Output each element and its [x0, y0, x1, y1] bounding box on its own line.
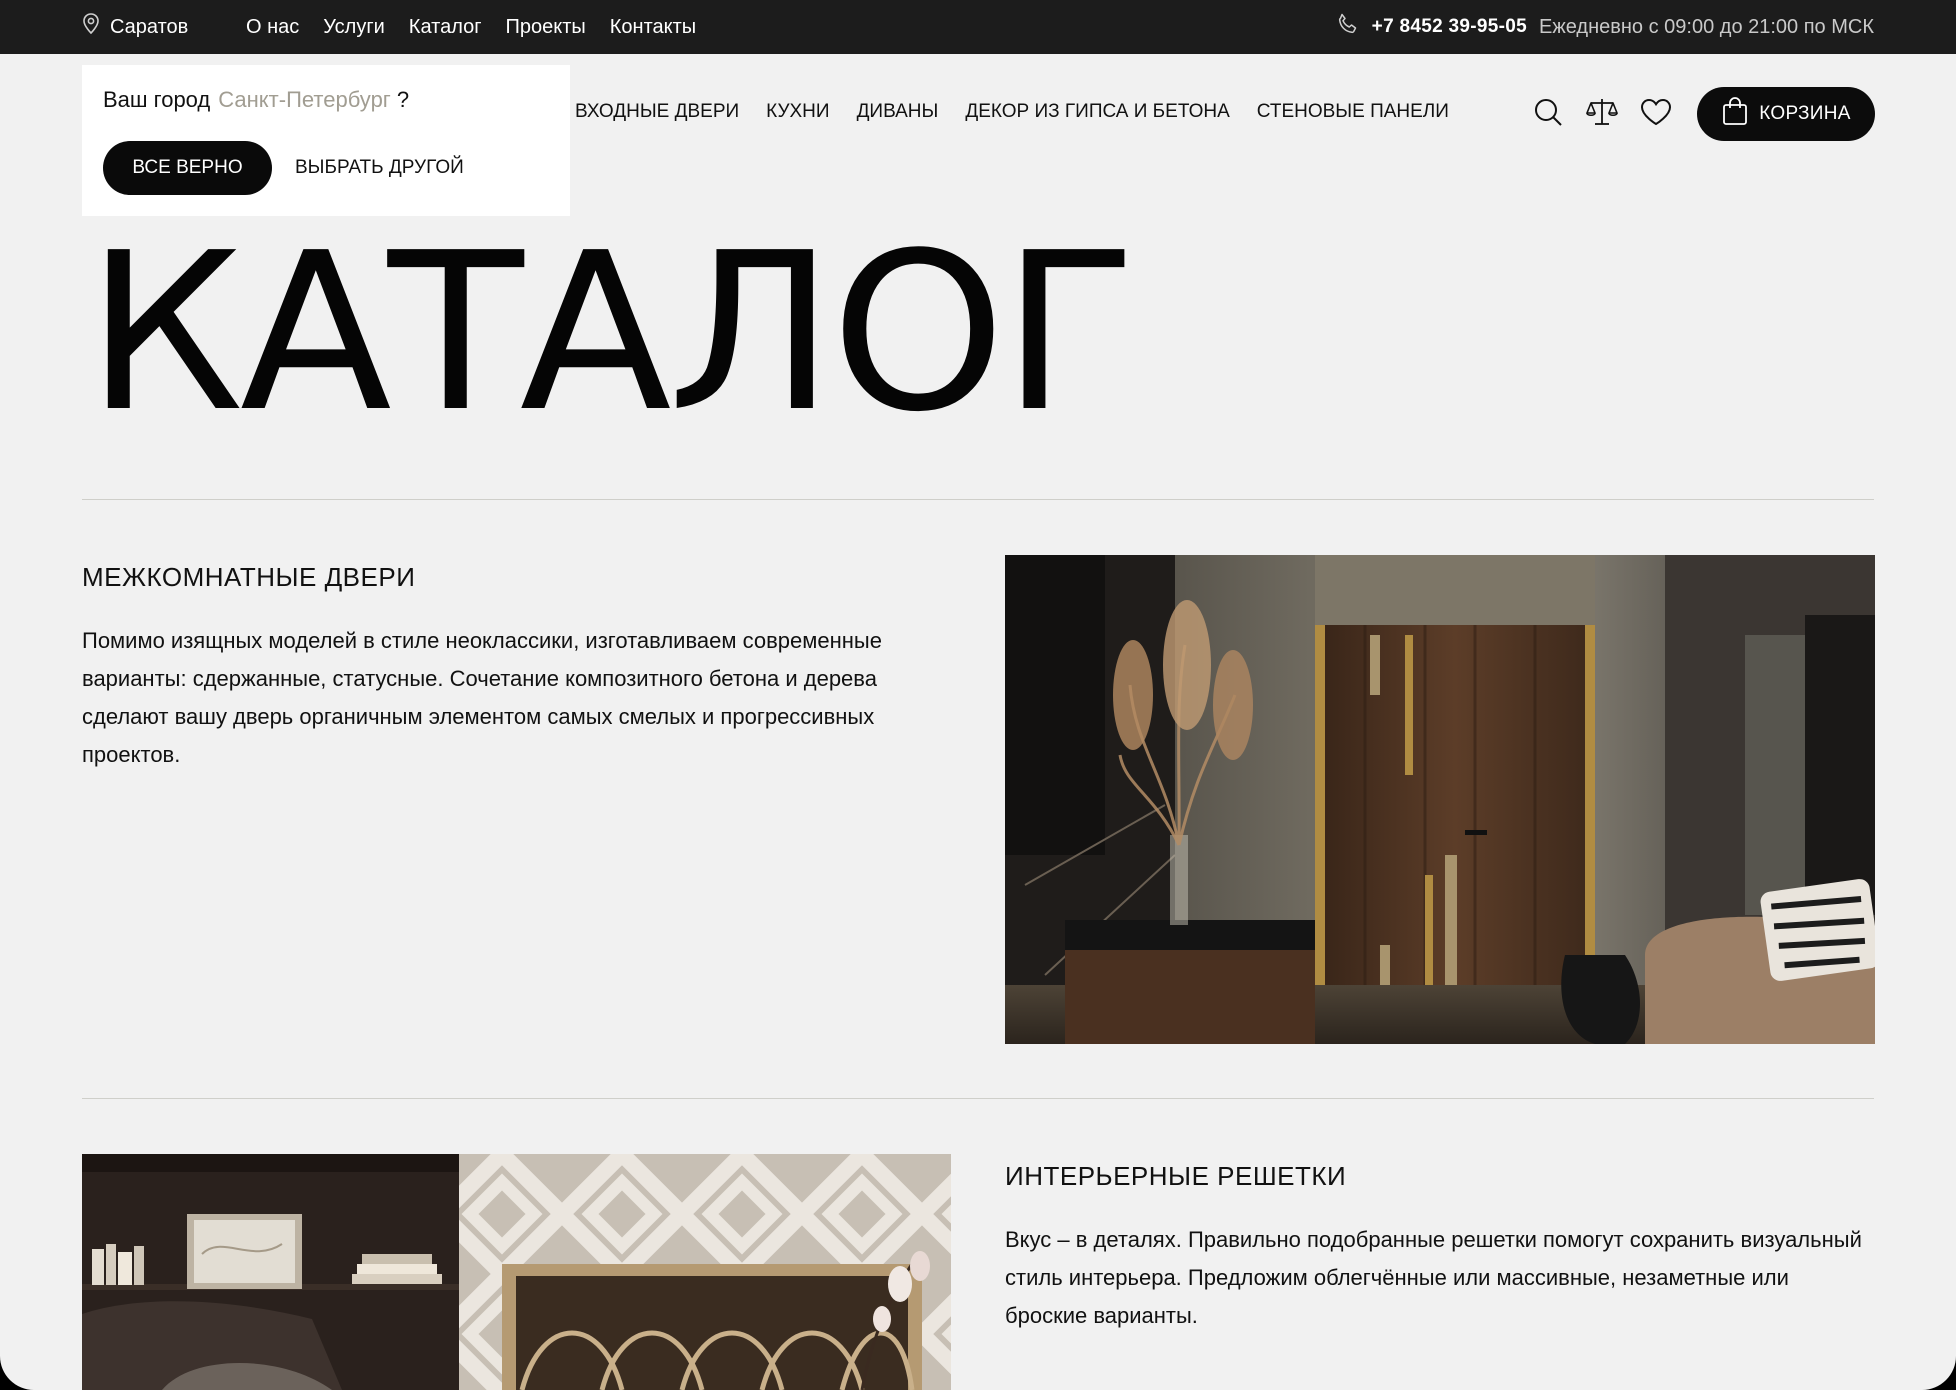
- nav-decor[interactable]: ДЕКОР ИЗ ГИПСА И БЕТОНА: [965, 101, 1229, 123]
- cart-label: КОРЗИНА: [1759, 103, 1851, 124]
- detected-city: Санкт-Петербург: [218, 87, 391, 112]
- section-text-interior-doors: Помимо изящных моделей в стиле неокласси…: [82, 628, 882, 767]
- nav-wall-panels[interactable]: СТЕНОВЫЕ ПАНЕЛИ: [1257, 101, 1449, 123]
- contact-info: +7 8452 39-95-05 Ежедневно с 09:00 до 21…: [1336, 0, 1874, 54]
- phone-icon: [1336, 12, 1360, 42]
- cart-button[interactable]: КОРЗИНА: [1697, 87, 1875, 141]
- heart-icon[interactable]: [1640, 96, 1672, 128]
- top-nav-projects[interactable]: Проекты: [506, 16, 586, 39]
- top-nav-about[interactable]: О нас: [246, 16, 299, 39]
- phone-link[interactable]: +7 8452 39-95-05: [1372, 16, 1527, 38]
- city-selector[interactable]: Саратов: [82, 0, 188, 54]
- section-title-interior-grilles[interactable]: ИНТЕРЬЕРНЫЕ РЕШЕТКИ: [1005, 1161, 1346, 1192]
- nav-kitchens[interactable]: КУХНИ: [766, 101, 829, 123]
- top-nav-contacts[interactable]: Контакты: [610, 16, 696, 39]
- page-title: КАТАЛОГ: [86, 207, 1137, 460]
- choose-other-city-link[interactable]: ВЫБРАТЬ ДРУГОЙ: [295, 157, 464, 179]
- section-title-interior-doors[interactable]: МЕЖКОМНАТНЫЕ ДВЕРИ: [82, 562, 415, 593]
- nav-sofas[interactable]: ДИВАНЫ: [857, 101, 939, 123]
- bag-icon: [1721, 96, 1749, 132]
- main-nav: ВХОДНЫЕ ДВЕРИ КУХНИ ДИВАНЫ ДЕКОР ИЗ ГИПС…: [575, 96, 1449, 128]
- city-confirm-popup: Ваш город Санкт-Петербург? ВСЕ ВЕРНО ВЫБР…: [82, 65, 570, 216]
- compare-icon[interactable]: [1586, 96, 1618, 128]
- working-hours: Ежедневно с 09:00 до 21:00 по МСК: [1539, 15, 1874, 38]
- page: Саратов О нас Услуги Каталог Проекты Кон…: [0, 0, 1956, 1390]
- question-mark: ?: [396, 87, 410, 112]
- search-icon[interactable]: [1532, 96, 1564, 128]
- top-nav-services[interactable]: Услуги: [323, 16, 385, 39]
- top-nav-catalog[interactable]: Каталог: [409, 16, 482, 39]
- city-question: Ваш город Санкт-Петербург?: [103, 87, 409, 113]
- section-text-interior-grilles: Вкус – в деталях. Правильно подобранные …: [1005, 1227, 1862, 1328]
- city-question-label: Ваш город: [103, 87, 211, 112]
- divider: [82, 499, 1874, 500]
- interior-doors-image[interactable]: [1005, 555, 1875, 1044]
- top-nav: О нас Услуги Каталог Проекты Контакты: [246, 0, 696, 54]
- top-bar: Саратов О нас Услуги Каталог Проекты Кон…: [0, 0, 1956, 54]
- confirm-city-button[interactable]: ВСЕ ВЕРНО: [103, 141, 272, 195]
- interior-grilles-image[interactable]: [82, 1154, 951, 1390]
- nav-entrance-doors[interactable]: ВХОДНЫЕ ДВЕРИ: [575, 101, 739, 123]
- city-label: Саратов: [110, 15, 189, 38]
- header-actions: [1532, 96, 1672, 128]
- divider: [82, 1098, 1874, 1099]
- location-pin-icon: [82, 13, 100, 41]
